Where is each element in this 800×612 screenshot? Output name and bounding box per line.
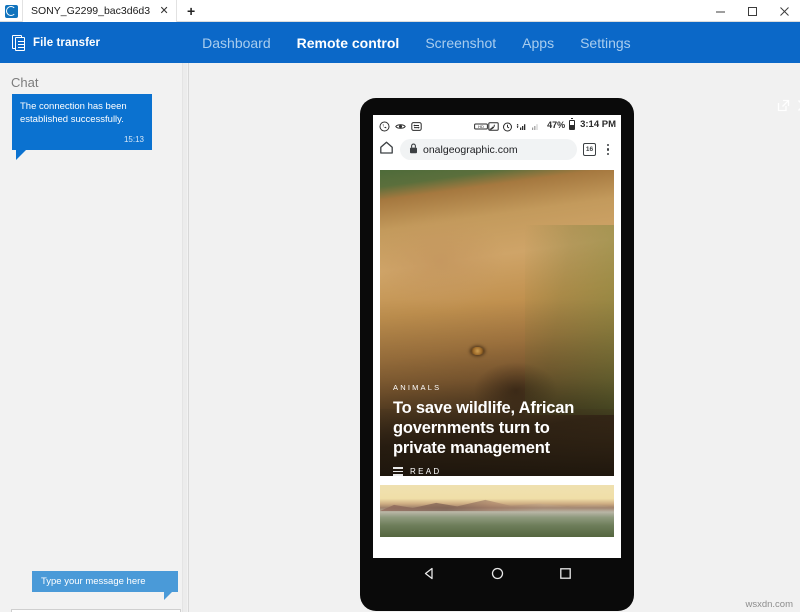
sidebar-scrollbar[interactable] [182, 63, 187, 612]
file-transfer-label: File transfer [33, 36, 101, 49]
title-bar: SONY_G2299_bac3d6d3 ✕ + [0, 0, 800, 22]
eye-icon [395, 119, 406, 130]
watermark-label: wsxdn.com [745, 599, 793, 610]
lock-icon [409, 141, 418, 159]
status-bar-clock: 3:14 PM [580, 119, 616, 130]
main-navigation: Dashboard Remote control Screenshot Apps… [189, 35, 644, 51]
nav-item-settings[interactable]: Settings [567, 35, 644, 51]
chat-sidebar: Chat The connection has been established… [0, 63, 188, 612]
nav-item-remote-control[interactable]: Remote control [284, 35, 413, 51]
phone-screen[interactable]: HD 47% 3:14 PM onalgeographic.com 16 ANI… [373, 115, 621, 558]
close-button[interactable] [768, 0, 800, 22]
battery-icon [569, 117, 576, 130]
read-link[interactable]: READ [393, 467, 441, 476]
minimize-button[interactable] [704, 0, 736, 22]
nav-item-dashboard[interactable]: Dashboard [189, 35, 284, 51]
article-headline: To save wildlife, African governments tu… [393, 398, 575, 457]
battery-percent-label: 47% [547, 119, 566, 130]
device-tab[interactable]: SONY_G2299_bac3d6d3 ✕ [22, 0, 178, 22]
home-button[interactable] [490, 566, 505, 586]
phone-mirror-frame[interactable]: HD 47% 3:14 PM onalgeographic.com 16 ANI… [360, 98, 634, 611]
url-bar[interactable]: onalgeographic.com [400, 139, 577, 160]
mirror-toolbar [777, 99, 800, 112]
alarm-icon [502, 119, 513, 132]
remote-control-app-window: SONY_G2299_bac3d6d3 ✕ + File transfer Da… [0, 0, 800, 612]
article-hero-card[interactable]: ANIMALS To save wildlife, African govern… [380, 170, 614, 476]
cast-icon [488, 119, 499, 131]
article-kicker: ANIMALS [393, 382, 442, 392]
svg-text:HD: HD [478, 124, 484, 129]
tab-counter-button[interactable]: 16 [583, 143, 596, 156]
maximize-button[interactable] [736, 0, 768, 22]
chat-panel-title: Chat [11, 75, 39, 90]
signal-icon [516, 119, 527, 130]
mountain-landscape-photo [380, 499, 614, 511]
file-transfer-icon [12, 34, 27, 51]
browser-toolbar: onalgeographic.com 16 [373, 134, 621, 165]
popout-icon[interactable] [777, 99, 790, 112]
home-icon[interactable] [379, 140, 394, 160]
chat-message-text: The connection has been established succ… [20, 101, 127, 125]
new-tab-button[interactable]: + [177, 0, 205, 22]
app-logo-icon [0, 0, 22, 22]
nav-item-screenshot[interactable]: Screenshot [412, 35, 509, 51]
hero-text-block: ANIMALS To save wildlife, African govern… [393, 383, 604, 458]
android-navigation-bar [373, 558, 621, 594]
back-button[interactable] [422, 566, 437, 586]
chat-message-bubble: The connection has been established succ… [12, 94, 152, 160]
window-controls [704, 0, 800, 21]
app-header: File transfer Dashboard Remote control S… [0, 22, 800, 63]
status-left-icons [379, 119, 422, 132]
url-text: onalgeographic.com [423, 143, 518, 156]
read-label: READ [410, 467, 442, 476]
device-tab-label: SONY_G2299_bac3d6d3 [31, 5, 151, 17]
recents-button[interactable] [558, 566, 573, 586]
tab-strip: SONY_G2299_bac3d6d3 ✕ + [22, 0, 205, 22]
android-status-bar: HD 47% 3:14 PM [373, 115, 621, 134]
tab-close-icon[interactable]: ✕ [158, 5, 170, 17]
whatsapp-icon [379, 119, 390, 132]
read-lines-icon [393, 467, 403, 476]
message-input-tooltip: Type your message here [32, 571, 178, 600]
second-article-card[interactable] [380, 485, 614, 537]
hd-icon: HD [474, 119, 488, 130]
sync-icon [411, 119, 422, 131]
nav-item-apps[interactable]: Apps [509, 35, 567, 51]
kebab-menu-icon[interactable] [602, 143, 614, 157]
sim-icon [530, 119, 541, 130]
chat-message-time: 15:13 [123, 135, 144, 145]
file-transfer-button[interactable]: File transfer [12, 34, 100, 51]
remote-control-stage: HD 47% 3:14 PM onalgeographic.com 16 ANI… [189, 63, 800, 612]
status-right-icons: HD 47% 3:14 PM [474, 117, 616, 132]
web-page-content: ANIMALS To save wildlife, African govern… [373, 165, 621, 558]
